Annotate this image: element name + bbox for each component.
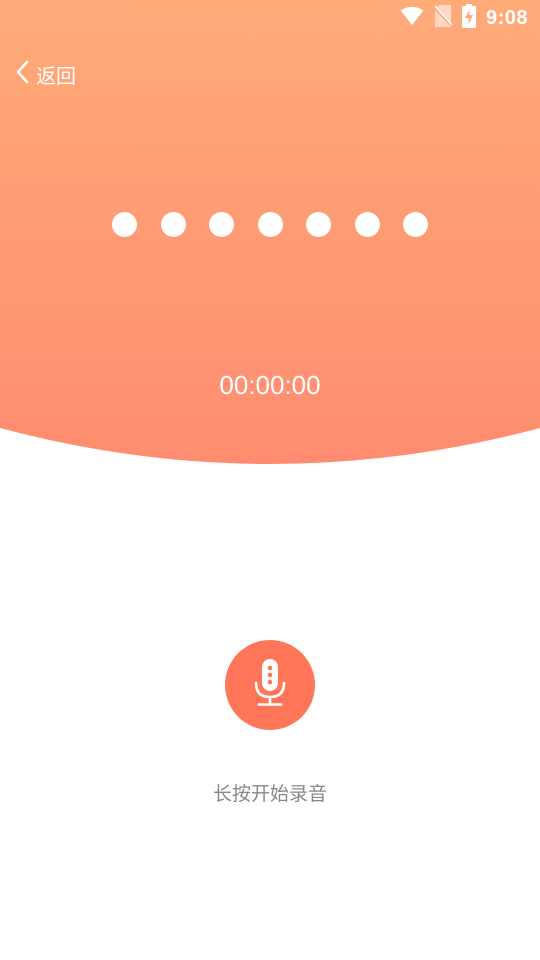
battery-charging-icon — [461, 3, 476, 33]
level-dot — [354, 211, 380, 237]
level-dot — [112, 211, 137, 237]
chevron-left-icon — [16, 60, 30, 89]
wifi-icon — [400, 6, 424, 31]
level-dot — [306, 211, 331, 237]
recording-timer: 00:00:00 — [219, 370, 321, 400]
record-hint: 长按开始录音 — [212, 783, 327, 805]
status-time: 9:08 — [485, 6, 528, 29]
level-dot — [209, 211, 234, 237]
record-button[interactable] — [225, 640, 315, 730]
status-bar: 9:08 — [0, 0, 540, 36]
back-button[interactable]: 返回 — [16, 58, 76, 90]
level-dot — [403, 211, 428, 237]
back-label: 返回 — [36, 63, 76, 88]
microphone-icon — [254, 658, 286, 712]
recorder-screen: 9:08 返回 00:00:00 长按开始录音 — [0, 0, 540, 960]
level-indicator — [112, 211, 428, 237]
level-dot — [257, 211, 283, 237]
no-sim-icon — [433, 4, 453, 32]
level-dot — [160, 211, 186, 237]
